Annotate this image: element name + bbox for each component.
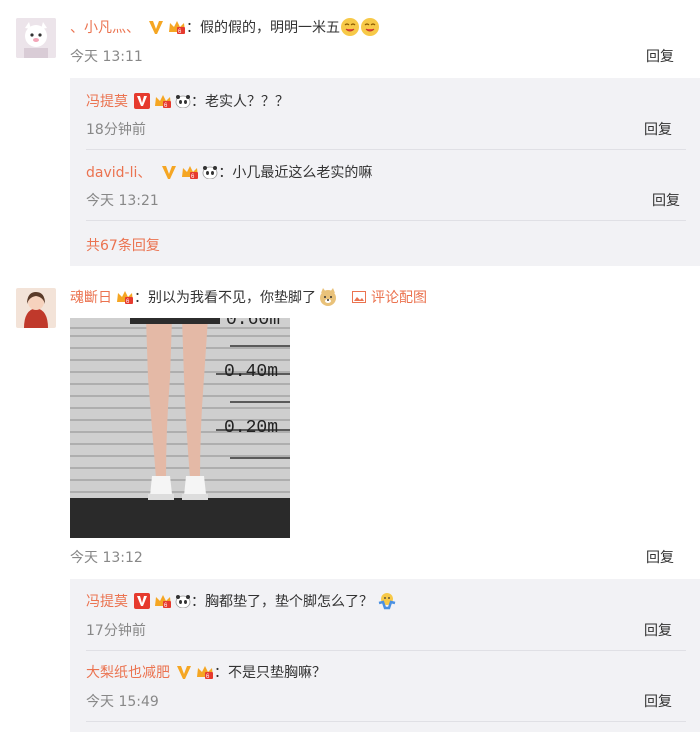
vip-crown-icon: 6 — [181, 164, 199, 180]
comment-time: 今天 13:11 — [70, 49, 143, 65]
subreply-text: ：胸都垫了，垫个脚怎么了？ — [191, 594, 373, 610]
vip-crown-icon: 6 — [196, 664, 214, 680]
ruler-mark: 0.40m — [224, 362, 279, 382]
comment-text: ：别以为我看不见，你垫脚了 — [134, 290, 316, 306]
verified-icon — [134, 593, 150, 609]
verified-icon — [161, 164, 177, 180]
comment-username[interactable]: 魂斷日 — [70, 287, 112, 307]
subreply-text: ：老实人？？？ — [191, 94, 289, 110]
divider — [86, 650, 686, 651]
reply-button[interactable]: 回复 — [644, 620, 672, 640]
subreply-username[interactable]: 冯提莫 — [86, 591, 128, 611]
comment-username[interactable]: 、小凡灬、 — [70, 17, 140, 37]
avatar[interactable] — [16, 288, 56, 328]
vip-crown-icon: 6 — [154, 93, 172, 109]
divider — [86, 149, 686, 150]
subreply-text: ：不是只垫胸嘛？ — [214, 665, 326, 681]
avatar[interactable] — [16, 18, 56, 58]
verified-icon — [148, 19, 164, 35]
reply-button[interactable]: 回复 — [652, 190, 680, 210]
shrug-emoji-icon — [377, 591, 397, 611]
vip-crown-icon: 6 — [168, 19, 186, 35]
subreply-time: 今天 15:49 — [86, 694, 159, 710]
panda-icon — [175, 94, 191, 109]
image-link-label: 评论配图 — [371, 290, 427, 306]
verified-icon — [134, 93, 150, 109]
vip-crown-icon: 6 — [116, 289, 134, 305]
comment-image[interactable]: 0.60m 0.40m 0.20m — [70, 318, 290, 538]
divider — [86, 220, 686, 221]
more-replies-link[interactable]: 共67条回复 — [86, 235, 160, 255]
divider — [86, 721, 686, 722]
subreply-text: ：小几最近这么老实的嘛 — [218, 165, 373, 181]
ruler-mark: 0.20m — [224, 418, 279, 438]
sticker-emoji-icon — [340, 17, 360, 37]
sticker-emoji-icon — [360, 17, 380, 37]
ruler-mark: 0.60m — [226, 318, 281, 330]
comment-time: 今天 13:12 — [70, 550, 143, 566]
reply-button[interactable]: 回复 — [646, 46, 674, 66]
vip-crown-icon: 6 — [154, 593, 172, 609]
image-icon — [352, 291, 366, 303]
comment-image-link[interactable]: 评论配图 — [352, 287, 427, 307]
subreply-time: 今天 13:21 — [86, 193, 159, 209]
panda-icon — [175, 594, 191, 609]
verified-icon — [176, 664, 192, 680]
subreply-time: 18分钟前 — [86, 122, 146, 138]
doge-emoji-icon — [318, 287, 338, 307]
reply-button[interactable]: 回复 — [646, 547, 674, 567]
panda-icon — [202, 165, 218, 180]
subreply-username[interactable]: 大梨纸也减肥 — [86, 662, 170, 682]
reply-button[interactable]: 回复 — [644, 691, 672, 711]
subreply-username[interactable]: david-li、 — [86, 162, 151, 182]
reply-button[interactable]: 回复 — [644, 119, 672, 139]
subreply-username[interactable]: 冯提莫 — [86, 91, 128, 111]
subreply-time: 17分钟前 — [86, 623, 146, 639]
comment-text: ：假的假的，明明一米五 — [186, 20, 340, 36]
